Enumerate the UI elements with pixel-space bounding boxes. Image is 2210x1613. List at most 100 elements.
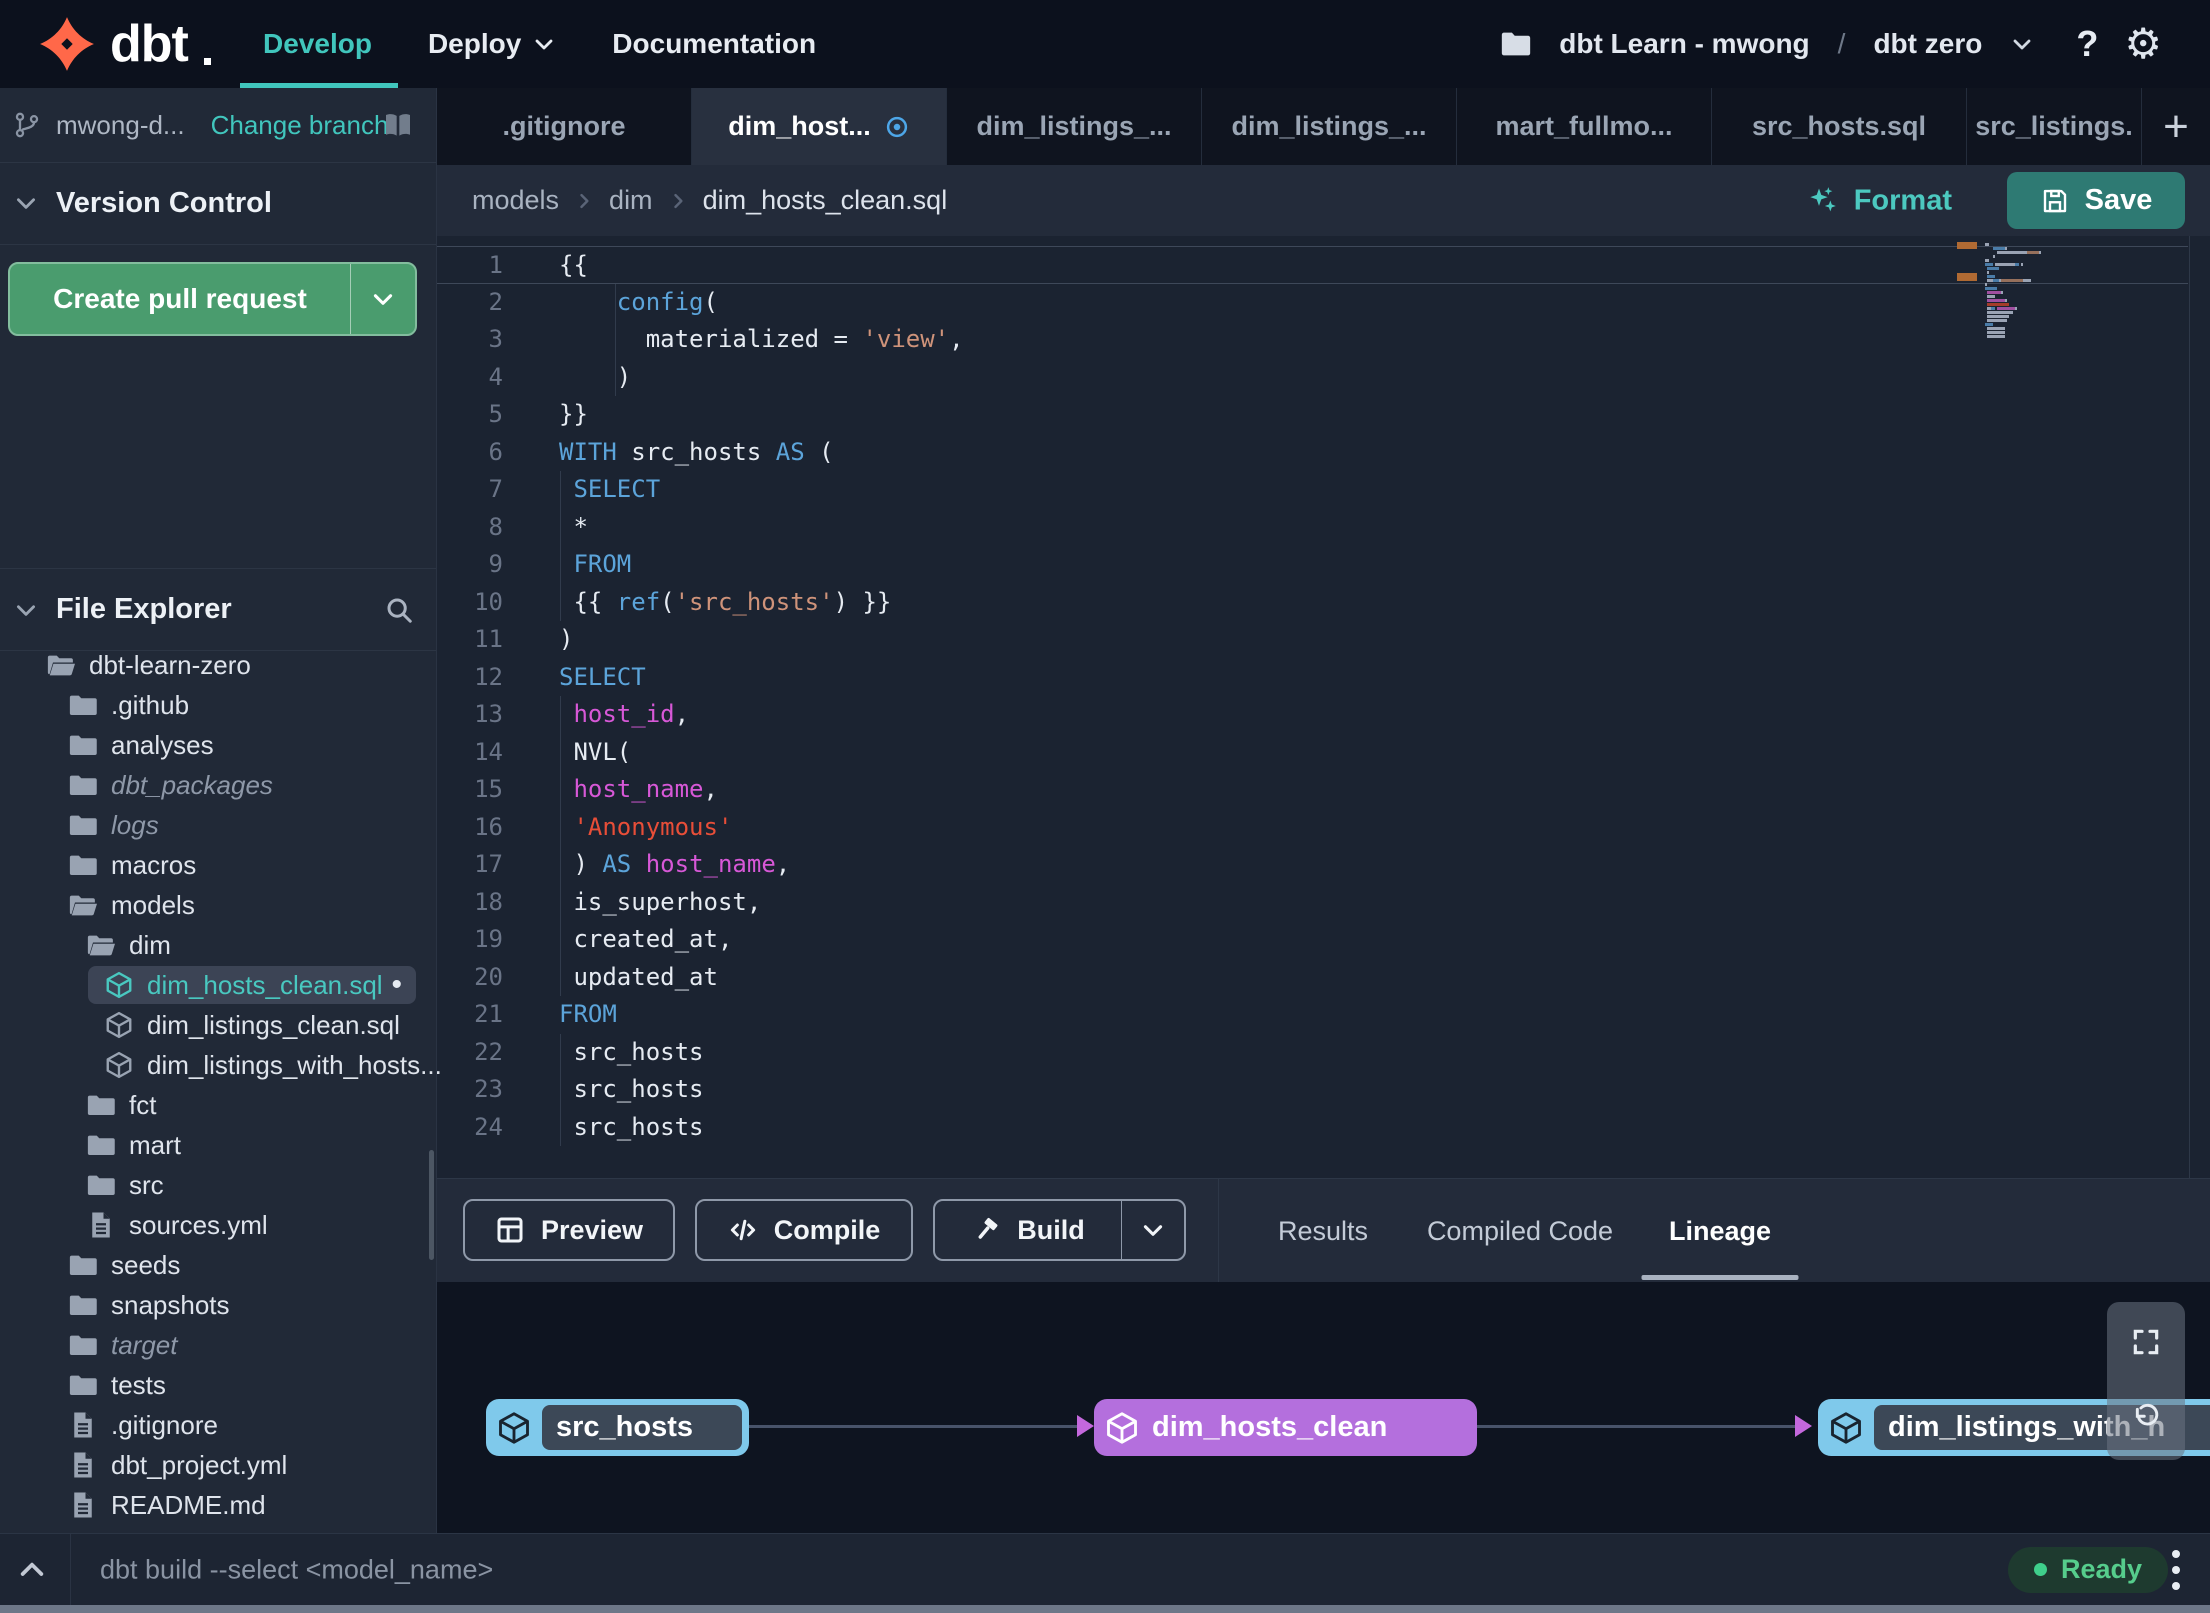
fullscreen-icon[interactable] [2130,1326,2162,1358]
code-line-24[interactable]: 24 src_hosts [437,1108,2188,1146]
change-branch-link[interactable]: Change branch [211,110,389,141]
tree-item-dbt-learn-zero[interactable]: dbt-learn-zero [0,645,436,685]
tab-mart-fullmo-[interactable]: mart_fullmo... [1457,88,1712,165]
save-button[interactable]: Save [2007,172,2185,229]
tree-item-dbt-project-yml[interactable]: dbt_project.yml [0,1445,436,1485]
code-line-20[interactable]: 20 updated_at [437,958,2188,996]
tab--gitignore[interactable]: .gitignore [437,88,692,165]
code-line-19[interactable]: 19 created_at, [437,921,2188,959]
tab-dim-listings-[interactable]: dim_listings_... [1202,88,1457,165]
editor-scrollbar[interactable] [2189,236,2190,1178]
tree-item-analyses[interactable]: analyses [0,725,436,765]
tree-item-src[interactable]: src [0,1165,436,1205]
breadcrumb-dim[interactable]: dim [609,185,653,216]
new-tab-button[interactable]: + [2142,88,2210,165]
tree-item-dim[interactable]: dim [0,925,436,965]
gear-icon[interactable]: ⚙ [2124,23,2162,65]
code-line-9[interactable]: 9 FROM [437,546,2188,584]
tab-results[interactable]: Results [1258,1179,1388,1283]
tree-item-tests[interactable]: tests [0,1365,436,1405]
code-line-14[interactable]: 14 NVL( [437,733,2188,771]
tree-item--github[interactable]: .github [0,685,436,725]
build-dropdown[interactable] [1122,1201,1184,1259]
tab-dim-host-[interactable]: dim_host... [692,88,947,165]
code-line-2[interactable]: 2 config( [437,283,2188,321]
tab-src-listings-[interactable]: src_listings. [1967,88,2142,165]
code-line-13[interactable]: 13 host_id, [437,696,2188,734]
create-pull-request-dropdown[interactable] [351,264,415,334]
code-line-22[interactable]: 22 src_hosts [437,1033,2188,1071]
tree-item-models[interactable]: models [0,885,436,925]
breadcrumb-models[interactable]: models [472,185,559,216]
code-line-12[interactable]: 12 SELECT [437,659,2188,697]
line-number: 24 [474,1112,503,1141]
lineage-canvas[interactable]: src_hosts dim_hosts_clean dim_listings_wit… [437,1282,2210,1533]
dbt-logo[interactable]: dbt [38,14,211,74]
tree-item-mart[interactable]: mart [0,1125,436,1165]
version-control-header[interactable]: Version Control [0,162,436,245]
code-line-8[interactable]: 8 * [437,508,2188,546]
tab-lineage[interactable]: Lineage [1655,1179,1785,1283]
sidebar-scrollbar[interactable] [429,1150,434,1260]
minimap[interactable] [1957,242,2047,339]
tree-item-fct[interactable]: fct [0,1085,436,1125]
code-line-16[interactable]: 16 'Anonymous' [437,808,2188,846]
tree-item-macros[interactable]: macros [0,845,436,885]
build-main[interactable]: Build [935,1201,1121,1259]
create-pull-request-main[interactable]: Create pull request [10,264,350,334]
chevron-up-icon[interactable] [16,1554,48,1586]
code-line-1[interactable]: 1 {{ [437,246,2188,284]
format-button[interactable]: Format [1807,184,1952,217]
tree-item-dbt-packages[interactable]: dbt_packages [0,765,436,805]
code-editor[interactable]: 1{{2 config(3 materialized = 'view', 4 ) 5… [437,236,2210,1178]
code-line-23[interactable]: 23 src_hosts [437,1071,2188,1109]
lineage-node-src_hosts[interactable]: src_hosts [486,1399,749,1456]
lineage-node-dim_hosts_clean[interactable]: dim_hosts_clean [1094,1399,1477,1456]
tree-item-label: README.md [111,1489,266,1520]
search-icon[interactable] [384,595,414,625]
file-explorer-header[interactable]: File Explorer [0,568,436,651]
tab-src-hosts-sql[interactable]: src_hosts.sql [1712,88,1967,165]
tree-item-snapshots[interactable]: snapshots [0,1285,436,1325]
code-line-6[interactable]: 6 WITH src_hosts AS ( [437,434,2188,472]
minimap-line [1985,331,2047,334]
preview-button[interactable]: Preview [463,1199,675,1261]
kebab-menu[interactable] [2172,1549,2180,1590]
tree-item-sources-yml[interactable]: sources.yml [0,1205,436,1245]
tree-item--gitignore[interactable]: .gitignore [0,1405,436,1445]
project-name[interactable]: dbt zero [1873,28,1982,60]
chevron-down-icon[interactable] [2010,32,2034,56]
code-line-18[interactable]: 18 is_superhost, [437,883,2188,921]
code-line-10[interactable]: 10 {{ ref('src_hosts') }} [437,583,2188,621]
book-icon[interactable] [382,109,414,141]
tree-item-dim-listings-clean-sql[interactable]: dim_listings_clean.sql [0,1005,436,1045]
refresh-icon[interactable] [2130,1402,2162,1434]
tab-compiled-code[interactable]: Compiled Code [1415,1179,1625,1283]
code-line-17[interactable]: 17 ) AS host_name, [437,846,2188,884]
tree-item-logs[interactable]: logs [0,805,436,845]
compile-button[interactable]: Compile [695,1199,913,1261]
code-line-21[interactable]: 21 FROM [437,996,2188,1034]
code-line-5[interactable]: 5}} [437,396,2188,434]
tree-item-README-md[interactable]: README.md [0,1485,436,1525]
table-icon [497,1217,523,1243]
code-line-7[interactable]: 7 SELECT [437,471,2188,509]
nav-deploy[interactable]: Deploy [428,0,556,88]
code-line-3[interactable]: 3 materialized = 'view', [437,321,2188,359]
nav-documentation[interactable]: Documentation [612,0,816,88]
code-line-4[interactable]: 4 ) [437,358,2188,396]
help-button[interactable]: ? [2076,23,2098,65]
command-input[interactable]: dbt build --select <model_name> [100,1554,493,1585]
tree-item-target[interactable]: target [0,1325,436,1365]
nav-develop[interactable]: Develop [240,0,398,88]
tree-item-seeds[interactable]: seeds [0,1245,436,1285]
minimap-line [1985,259,2047,262]
tab-label: dim_listings_... [1231,111,1427,141]
tab-dim-listings-[interactable]: dim_listings_... [947,88,1202,165]
file-icon [68,1450,98,1480]
tree-item-dim-hosts-clean-sql[interactable]: dim_hosts_clean.sql • [0,965,436,1005]
project-account[interactable]: dbt Learn - mwong [1559,28,1809,60]
tree-item-dim-listings-with-hosts-[interactable]: dim_listings_with_hosts... [0,1045,442,1085]
code-line-15[interactable]: 15 host_name, [437,771,2188,809]
code-line-11[interactable]: 11) [437,621,2188,659]
